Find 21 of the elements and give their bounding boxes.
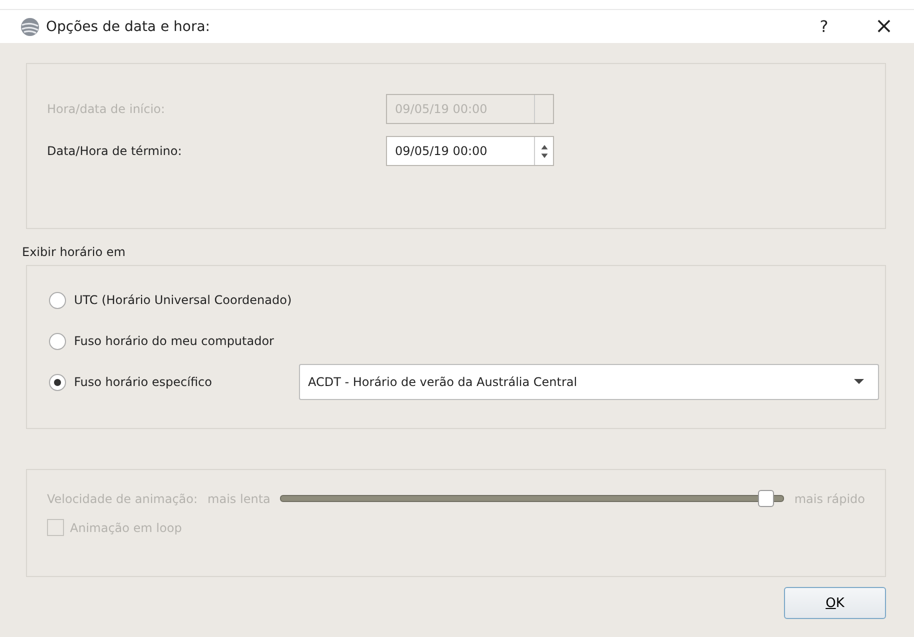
speed-label: Velocidade de animação: xyxy=(47,492,198,506)
close-button[interactable]: × xyxy=(864,13,904,40)
radio-button[interactable] xyxy=(49,292,66,308)
section-heading: Exibir horário em xyxy=(22,245,126,259)
radio-label[interactable]: UTC (Horário Universal Coordenado) xyxy=(74,293,292,307)
radio-label[interactable]: Fuso horário do meu computador xyxy=(74,334,274,348)
window-title: Opções de data e hora: xyxy=(46,18,210,34)
globe-icon xyxy=(20,16,40,36)
radio-label[interactable]: Fuso horário específico xyxy=(74,375,212,389)
field-label: Data/Hora de término: xyxy=(47,144,183,158)
datetime-field[interactable]: 09/05/19 00:00 xyxy=(386,136,554,166)
caret-icon xyxy=(854,379,864,385)
field-label: Hora/data de início: xyxy=(47,102,166,116)
help-button[interactable]: ? xyxy=(804,16,844,37)
radio-button[interactable] xyxy=(49,332,66,350)
radio-button[interactable] xyxy=(49,374,66,390)
slow-label: mais lenta xyxy=(208,492,270,506)
fast-label: mais rápido xyxy=(794,492,865,506)
spin-arrows-icon[interactable] xyxy=(540,144,548,158)
timezone-dropdown[interactable]: ACDT - Horário de verão da Austrália Central xyxy=(299,364,879,400)
ok-button[interactable]: OK xyxy=(784,587,886,619)
